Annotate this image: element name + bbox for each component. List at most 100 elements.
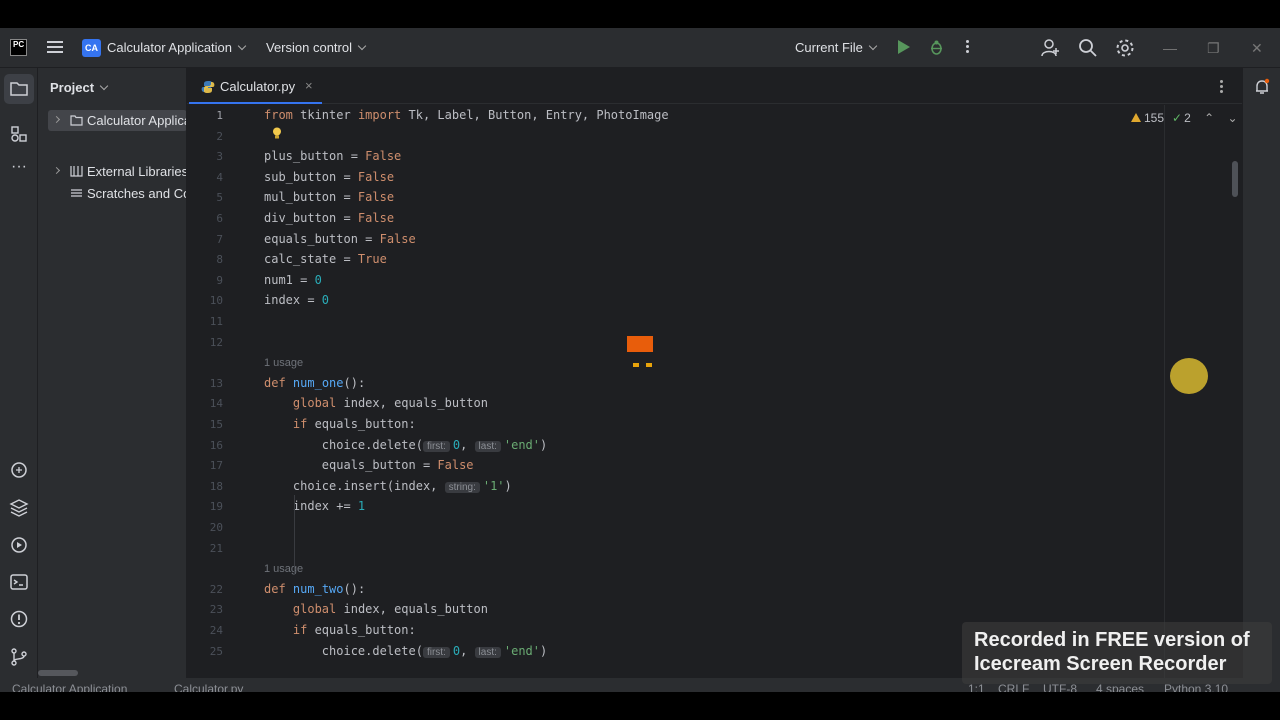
code-line[interactable]: from tkinter import Tk, Label, Button, E…	[264, 108, 669, 122]
code-line[interactable]: if equals_button:	[264, 417, 416, 431]
code-token: False	[437, 458, 474, 473]
code-line[interactable]: index = 0	[264, 293, 329, 307]
line-number: 19	[209, 500, 223, 514]
run-config-label: Current File	[795, 40, 863, 55]
code-token: choice.delete(	[264, 437, 423, 452]
python-console-icon[interactable]	[9, 460, 29, 480]
code-line[interactable]: def num_two():	[264, 582, 365, 596]
line-number: 1	[216, 109, 223, 122]
parameter-hint: first:	[422, 646, 450, 658]
code-token: 'end'	[503, 437, 540, 452]
chevron-down-icon	[99, 81, 109, 91]
notifications-bell-icon[interactable]	[1253, 78, 1271, 96]
close-tab-icon[interactable]: ×	[305, 78, 313, 93]
code-line[interactable]: global index, equals_button	[264, 602, 488, 616]
more-actions-icon[interactable]	[966, 40, 969, 55]
line-number: 2	[216, 129, 223, 143]
code-token: False	[379, 231, 416, 246]
terminal-icon[interactable]	[9, 572, 29, 592]
code-token: mul_button =	[264, 190, 358, 205]
pycharm-logo-icon: PC	[10, 39, 27, 56]
chevron-down-icon	[868, 41, 878, 51]
code-token: if	[292, 417, 308, 431]
close-window-button[interactable]: ✕	[1251, 40, 1263, 57]
tree-item-label: Scratches and Consoles	[87, 186, 186, 201]
search-icon[interactable]	[1078, 38, 1098, 58]
tree-item-label: Calculator Application	[87, 113, 186, 128]
run-config-selector[interactable]: Current File	[795, 40, 878, 55]
python-packages-icon[interactable]	[9, 498, 29, 518]
code-line[interactable]: choice.insert(index, string: '1')	[264, 479, 512, 493]
line-number: 10	[209, 294, 223, 308]
settings-gear-icon[interactable]	[1115, 38, 1135, 58]
run-icon[interactable]	[898, 40, 910, 54]
usage-hint[interactable]: 1 usage	[264, 357, 303, 369]
code-token: num_two	[292, 581, 344, 596]
tab-calculator-py[interactable]: Calculator.py ×	[189, 68, 322, 104]
code-line[interactable]: num1 = 0	[264, 273, 322, 287]
breadcrumb-file[interactable]: Calculator.py	[174, 682, 243, 692]
code-token: choice.delete(	[264, 643, 423, 658]
services-icon[interactable]	[9, 535, 29, 555]
next-highlight-icon[interactable]: ⌄	[1228, 111, 1238, 125]
code-line[interactable]: calc_state = True	[264, 252, 387, 266]
previous-highlight-icon[interactable]: ⌃	[1204, 111, 1214, 125]
structure-icon[interactable]	[9, 124, 29, 144]
folder-icon	[70, 115, 83, 126]
line-number: 13	[209, 376, 223, 390]
tree-item-scratches[interactable]: Scratches and Consoles	[38, 183, 186, 204]
code-line[interactable]: index += 1	[264, 499, 365, 513]
code-line[interactable]: equals_button = False	[264, 232, 416, 246]
more-tools-icon[interactable]: ···	[9, 159, 29, 182]
main-menu-icon[interactable]	[47, 41, 63, 53]
code-line[interactable]: div_button = False	[264, 211, 394, 225]
editor-tab-bar: Calculator.py ×	[187, 68, 1242, 104]
tab-options-icon[interactable]	[1220, 80, 1223, 95]
expand-arrow-icon[interactable]	[52, 166, 61, 175]
breadcrumb-project[interactable]: Calculator Application	[12, 682, 127, 692]
code-line[interactable]: sub_button = False	[264, 170, 394, 184]
line-number: 9	[216, 273, 223, 287]
code-editor[interactable]: 155 ✓ 2 ⌃ ⌄ 1 from tkinter import Tk, Label…	[187, 105, 1242, 692]
line-number: 17	[209, 459, 223, 473]
tree-item-external-libraries[interactable]: External Libraries	[38, 161, 186, 182]
horizontal-scrollbar[interactable]	[38, 670, 78, 676]
code-token: False	[357, 169, 395, 184]
add-user-icon[interactable]	[1041, 38, 1061, 58]
code-token: )	[540, 437, 548, 452]
recorder-watermark: Recorded in FREE version of Icecream Scr…	[962, 622, 1272, 684]
restore-button[interactable]: ❐	[1207, 40, 1220, 57]
code-line[interactable]: mul_button = False	[264, 190, 394, 204]
usage-hint[interactable]: 1 usage	[264, 563, 303, 575]
code-token: 0	[452, 437, 461, 452]
code-line[interactable]: global index, equals_button	[264, 396, 488, 410]
problems-icon[interactable]	[9, 609, 29, 629]
project-panel-header[interactable]: Project	[50, 80, 109, 95]
mouse-cursor-highlight	[1170, 358, 1208, 394]
code-token: 0	[452, 643, 461, 658]
code-line[interactable]: choice.delete(first: 0, last:'end')	[264, 644, 547, 658]
version-control-menu[interactable]: Version control	[266, 40, 367, 55]
code-token: plus_button =	[264, 149, 366, 164]
lightbulb-icon[interactable]	[272, 127, 282, 139]
git-icon[interactable]	[9, 647, 29, 667]
project-folder-icon[interactable]	[9, 79, 29, 99]
parameter-hint: last:	[474, 440, 501, 452]
code-line[interactable]: choice.delete(first: 0, last:'end')	[264, 438, 547, 452]
code-line[interactable]: plus_button = False	[264, 149, 401, 163]
vertical-scrollbar[interactable]	[1232, 161, 1238, 197]
debug-icon[interactable]	[930, 40, 943, 55]
minimize-button[interactable]: —	[1163, 40, 1177, 56]
code-token: num_one	[292, 375, 344, 390]
project-badge[interactable]: CA	[82, 39, 101, 57]
project-switcher[interactable]: Calculator Application	[107, 40, 247, 55]
code-line[interactable]: equals_button = False	[264, 458, 474, 472]
code-token: ():	[343, 581, 366, 596]
inspection-widget[interactable]: 155 ✓ 2 ⌃ ⌄	[1131, 111, 1238, 125]
code-line[interactable]: if equals_button:	[264, 623, 416, 637]
code-line[interactable]: def num_one():	[264, 376, 365, 390]
code-token: div_button =	[264, 211, 358, 225]
tree-item-calculator-application[interactable]: Calculator Application	[48, 110, 186, 131]
expand-arrow-icon[interactable]	[52, 115, 61, 124]
